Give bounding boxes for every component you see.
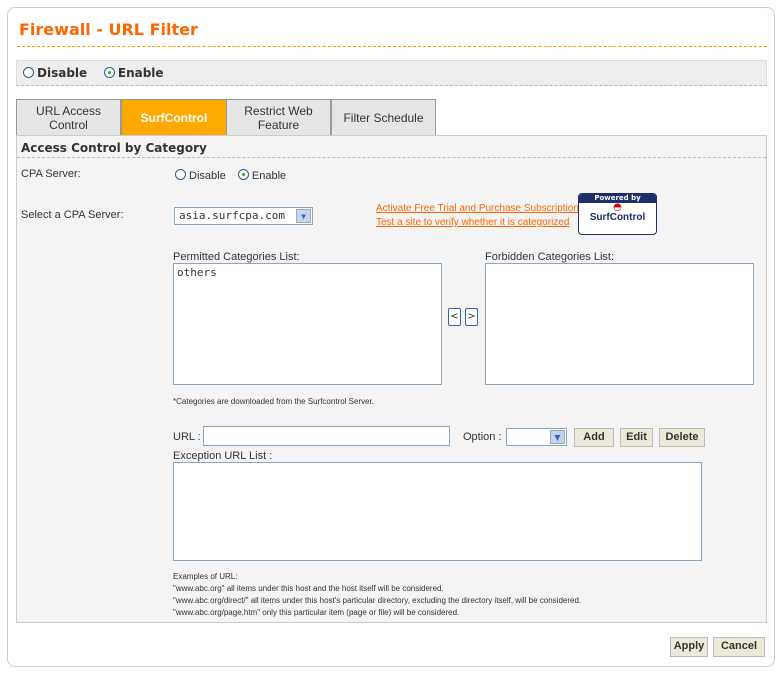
tab-surfcontrol[interactable]: SurfControl (121, 99, 227, 136)
section-title: Access Control by Category (17, 136, 766, 158)
apply-button[interactable]: Apply (670, 637, 708, 657)
cpa-disable-radio[interactable]: Disable (175, 169, 226, 182)
radio-checked-icon (237, 169, 249, 180)
tab-url-access-control[interactable]: URL Access Control (16, 99, 121, 136)
activate-trial-link[interactable]: Activate Free Trial and Purchase Subscri… (376, 203, 579, 214)
edit-button[interactable]: Edit (620, 428, 653, 447)
cpa-server-select[interactable]: asia.surfcpa.com ▼ (174, 207, 313, 225)
exception-label: Exception URL List : (173, 450, 273, 462)
cpa-enable-radio[interactable]: Enable (237, 169, 286, 182)
exception-url-list[interactable] (173, 462, 702, 561)
surfcontrol-logo: Powered by ◓ SurfControl (578, 193, 657, 235)
chevron-down-icon: ▼ (550, 430, 565, 444)
list-item[interactable]: others (177, 266, 438, 279)
cancel-button[interactable]: Cancel (713, 637, 765, 657)
cpa-server-label: CPA Server: (21, 168, 81, 180)
categories-note: *Categories are downloaded from the Surf… (173, 397, 374, 406)
radio-icon (175, 169, 186, 180)
url-input[interactable] (203, 426, 450, 446)
option-label: Option : (463, 431, 502, 443)
filter-enable-radio[interactable]: Enable (103, 66, 164, 80)
delete-button[interactable]: Delete (659, 428, 705, 447)
filter-disable-radio[interactable]: Disable (23, 66, 87, 80)
forbidden-label: Forbidden Categories List: (485, 251, 615, 263)
tab-filter-schedule[interactable]: Filter Schedule (331, 99, 436, 136)
tab-restrict-web-feature[interactable]: Restrict Web Feature (226, 99, 331, 136)
filter-toggle-bar: Disable Enable (16, 60, 767, 86)
radio-checked-icon (103, 67, 115, 78)
radio-icon (23, 67, 34, 78)
move-left-button[interactable]: < (448, 308, 461, 326)
url-label: URL : (173, 431, 201, 443)
page-title: Firewall - URL Filter (19, 20, 198, 39)
test-site-link[interactable]: Test a site to verify whether it is cate… (376, 217, 569, 228)
title-divider (17, 46, 767, 47)
permitted-categories-list[interactable]: others (173, 263, 442, 385)
option-select[interactable]: ▼ (506, 428, 567, 446)
chevron-down-icon: ▼ (296, 209, 311, 223)
permitted-label: Permitted Categories List: (173, 251, 300, 263)
add-button[interactable]: Add (574, 428, 614, 447)
move-right-button[interactable]: > (465, 308, 478, 326)
url-examples: Examples of URL: "www.abc.org" all items… (173, 572, 582, 617)
select-server-label: Select a CPA Server: (21, 209, 124, 221)
forbidden-categories-list[interactable] (485, 263, 754, 385)
